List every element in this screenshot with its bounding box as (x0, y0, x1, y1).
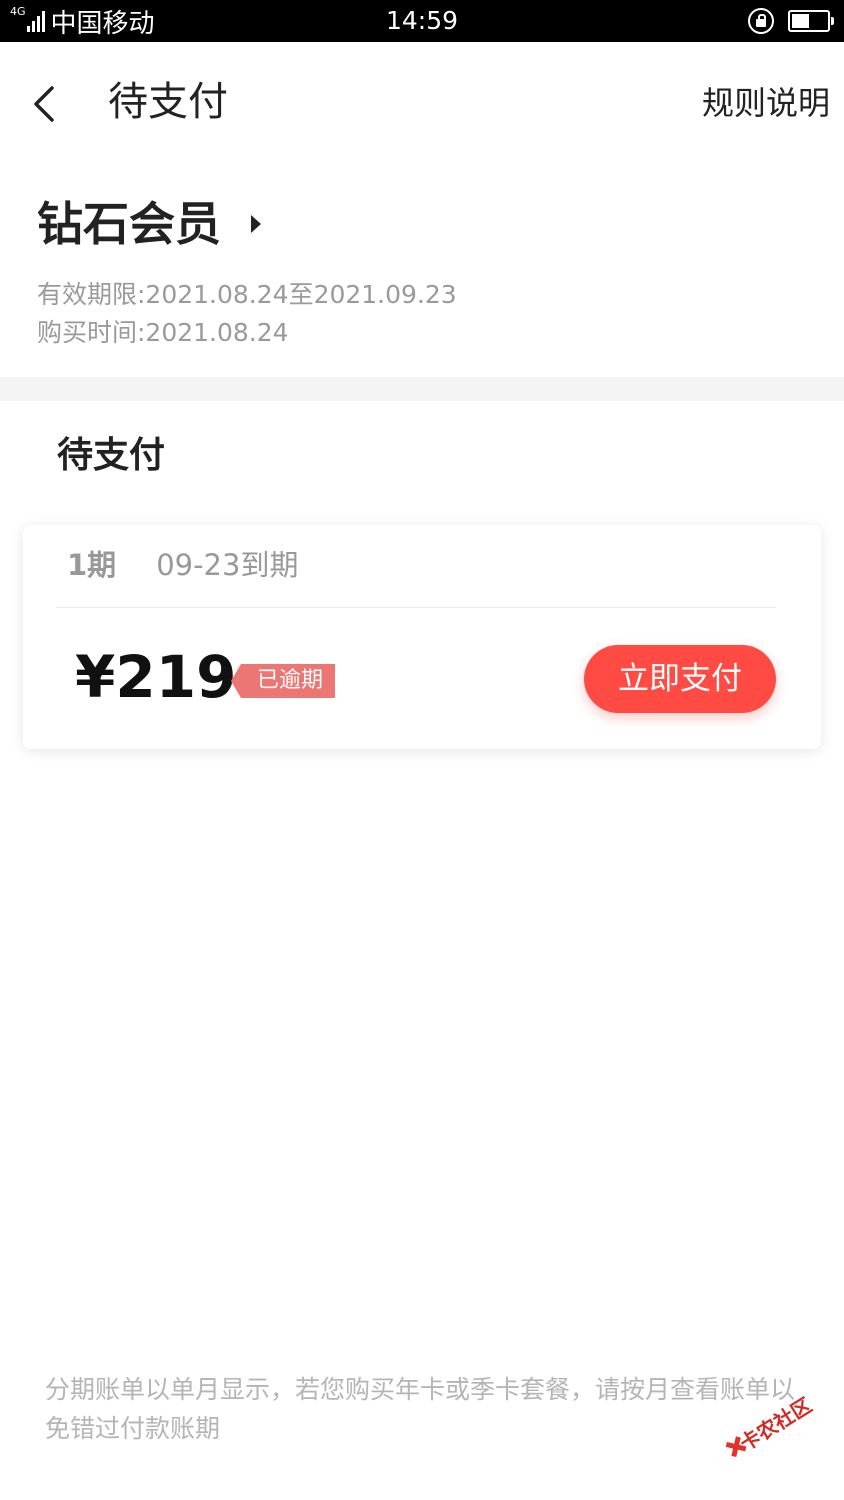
rules-link[interactable]: 规则说明 (702, 78, 830, 128)
watermark-mark-icon (722, 1437, 743, 1460)
pending-heading: 待支付 (57, 435, 166, 476)
installment-card: 1期 09-23到期 ¥219 已逾期 立即支付 (23, 525, 821, 749)
status-right (748, 0, 834, 42)
footer-note: 分期账单以单月显示，若您购买年卡或季卡套餐，请按月查看账单以免错过付款账期 (45, 1375, 796, 1443)
member-info: 钻石会员 有效期限:2021.08.24至2021.09.23 购买时间:202… (0, 166, 844, 377)
installment-period: 1期 (67, 548, 117, 582)
status-bar: 4G 中国移动 14:59 (0, 0, 844, 42)
installment-amount: ¥219 (75, 643, 237, 711)
status-time: 14:59 (385, 6, 459, 35)
member-validity: 有效期限:2021.08.24至2021.09.23 (37, 280, 457, 309)
chevron-left-icon[interactable] (28, 84, 68, 124)
card-divider (56, 607, 776, 608)
page-title: 待支付 (108, 79, 228, 125)
pay-now-button[interactable]: 立即支付 (584, 645, 776, 713)
installment-header: 1期 09-23到期 (67, 541, 298, 585)
section-divider (0, 377, 844, 401)
caret-right-icon (251, 215, 261, 233)
battery-icon (788, 10, 834, 32)
overdue-badge: 已逾期 (230, 664, 336, 698)
rotation-lock-icon (748, 8, 774, 34)
installment-due-date: 09-23到期 (156, 548, 299, 582)
member-name: 钻石会员 (37, 197, 221, 251)
battery-fill (792, 14, 809, 28)
member-purchase-time: 购买时间:2021.08.24 (37, 318, 289, 347)
nav-bar: 待支付 规则说明 (0, 42, 844, 166)
member-name-link[interactable]: 钻石会员 (37, 192, 261, 256)
